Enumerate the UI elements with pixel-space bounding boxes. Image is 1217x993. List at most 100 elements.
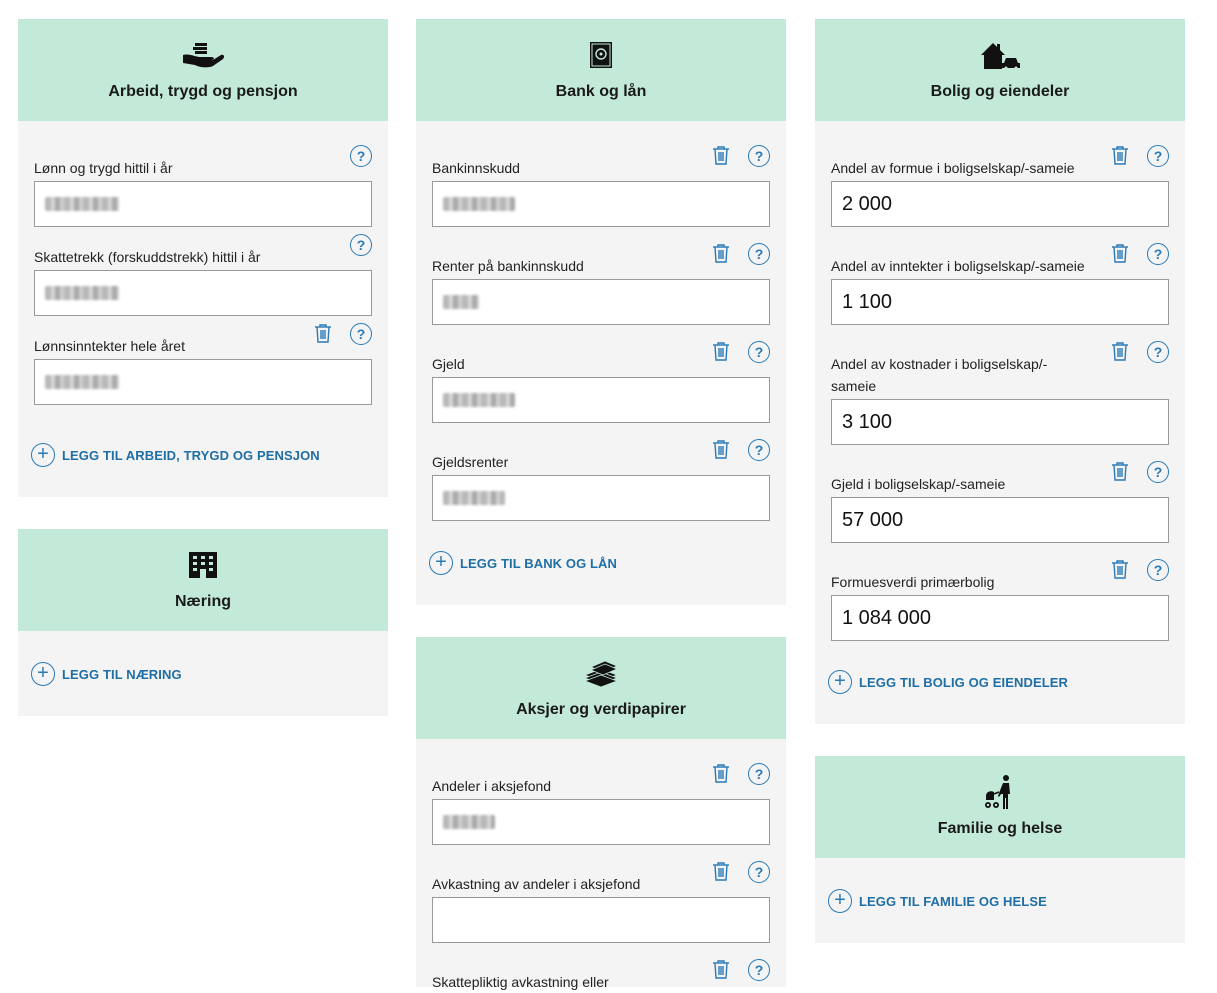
gjeld-input[interactable]: [432, 377, 770, 423]
add-label: LEGG TIL BANK OG LÅN: [460, 555, 618, 571]
add-familie-button[interactable]: + LEGG TIL FAMILIE OG HELSE: [828, 889, 1047, 913]
field-label: Andel av kostnader i boligselskap/-samei…: [831, 356, 1048, 394]
card-title: Bolig og eiendeler: [930, 83, 1070, 100]
blurred-value: [443, 295, 479, 309]
trash-icon[interactable]: [1111, 243, 1129, 263]
trash-icon[interactable]: [314, 323, 332, 343]
card-naering: Næring + LEGG TIL NÆRING: [18, 529, 388, 716]
add-bolig-button[interactable]: + LEGG TIL BOLIG OG EIENDELER: [828, 670, 1068, 694]
renter-bankinnskudd-input[interactable]: [432, 279, 770, 325]
help-icon[interactable]: ?: [1147, 461, 1169, 483]
blurred-value: [45, 197, 119, 211]
field-lonn-trygd: Lønn og trygd hittil i år ?: [18, 145, 388, 227]
trash-icon[interactable]: [712, 243, 730, 263]
gjeldsrenter-input[interactable]: [432, 475, 770, 521]
help-icon[interactable]: ?: [748, 243, 770, 265]
card-bank: Bank og lån Bankinnskudd ? Renter på ban…: [416, 19, 786, 605]
help-icon[interactable]: ?: [748, 439, 770, 461]
blurred-value: [443, 197, 515, 211]
andel-kostnader-input[interactable]: 3 100: [831, 399, 1169, 445]
plus-icon: +: [31, 662, 55, 686]
andel-formue-input[interactable]: 2 000: [831, 181, 1169, 227]
lonnsinntekter-input[interactable]: [34, 359, 372, 405]
trash-icon[interactable]: [1111, 145, 1129, 165]
help-icon[interactable]: ?: [350, 145, 372, 167]
add-label: LEGG TIL NÆRING: [62, 666, 182, 682]
trash-icon[interactable]: [712, 145, 730, 165]
trash-icon[interactable]: [712, 439, 730, 459]
card-header: Næring: [18, 529, 388, 631]
trash-icon[interactable]: [1111, 461, 1129, 481]
trash-icon[interactable]: [1111, 341, 1129, 361]
skattetrekk-input[interactable]: [34, 270, 372, 316]
field-skattetrekk: Skattetrekk (forskuddstrekk) hittil i år…: [18, 234, 388, 316]
card-title: Bank og lån: [555, 83, 647, 100]
help-icon[interactable]: ?: [748, 341, 770, 363]
help-icon[interactable]: ?: [748, 861, 770, 883]
card-header: Bank og lån: [416, 19, 786, 121]
add-bank-button[interactable]: + LEGG TIL BANK OG LÅN: [429, 551, 617, 575]
card-header: Bolig og eiendeler: [815, 19, 1185, 121]
trash-icon[interactable]: [712, 861, 730, 881]
field-label: Skattetrekk (forskuddstrekk) hittil i år: [34, 249, 261, 265]
help-icon[interactable]: ?: [1147, 243, 1169, 265]
card-title: Familie og helse: [937, 820, 1063, 837]
formuesverdi-input[interactable]: 1 084 000: [831, 595, 1169, 641]
card-header: Aksjer og verdipapirer: [416, 637, 786, 739]
family-stroller-icon: [815, 774, 1185, 810]
add-arbeid-button[interactable]: + LEGG TIL ARBEID, TRYGD OG PENSJON: [31, 443, 320, 467]
house-car-icon: [815, 41, 1185, 71]
field-gjeldsrenter: Gjeldsrenter ?: [416, 439, 786, 521]
card-title: Næring: [175, 593, 231, 610]
blurred-value: [45, 375, 119, 389]
blurred-value: [443, 393, 515, 407]
lonn-trygd-input[interactable]: [34, 181, 372, 227]
card-title: Arbeid, trygd og pensjon: [108, 83, 298, 100]
field-formuesverdi-primaerbolig: Formuesverdi primærbolig ? 1 084 000: [815, 559, 1185, 641]
trash-icon[interactable]: [712, 959, 730, 979]
blurred-value: [443, 815, 495, 829]
andeler-aksjefond-input[interactable]: [432, 799, 770, 845]
avkastning-aksjefond-input[interactable]: [432, 897, 770, 943]
card-bolig: Bolig og eiendeler Andel av formue i bol…: [815, 19, 1185, 724]
card-header: Familie og helse: [815, 756, 1185, 858]
field-gjeld: Gjeld ?: [416, 341, 786, 423]
help-icon[interactable]: ?: [1147, 145, 1169, 167]
field-gjeld-boligselskap: Gjeld i boligselskap/-sameie ? 57 000: [815, 461, 1185, 543]
card-title: Aksjer og verdipapirer: [516, 701, 686, 718]
add-label: LEGG TIL ARBEID, TRYGD OG PENSJON: [62, 447, 320, 463]
help-icon[interactable]: ?: [748, 763, 770, 785]
trash-icon[interactable]: [1111, 559, 1129, 579]
field-renter-bankinnskudd: Renter på bankinnskudd ?: [416, 243, 786, 325]
add-label: LEGG TIL BOLIG OG EIENDELER: [859, 674, 1069, 690]
andel-inntekter-input[interactable]: 1 100: [831, 279, 1169, 325]
field-andel-inntekter: Andel av inntekter i boligselskap/-samei…: [815, 243, 1185, 325]
money-stack-icon: [416, 659, 786, 689]
add-label: LEGG TIL FAMILIE OG HELSE: [859, 893, 1047, 909]
help-icon[interactable]: ?: [1147, 341, 1169, 363]
help-icon[interactable]: ?: [1147, 559, 1169, 581]
plus-icon: +: [429, 551, 453, 575]
help-icon[interactable]: ?: [748, 959, 770, 981]
field-avkastning-aksjefond: Avkastning av andeler i aksjefond ?: [416, 861, 786, 943]
field-andel-formue: Andel av formue i boligselskap/-sameie ?…: [815, 145, 1185, 227]
help-icon[interactable]: ?: [350, 323, 372, 345]
add-naering-button[interactable]: + LEGG TIL NÆRING: [31, 662, 182, 686]
building-icon: [18, 551, 388, 581]
field-label: Lønn og trygd hittil i år: [34, 160, 173, 176]
field-bankinnskudd: Bankinnskudd ?: [416, 145, 786, 227]
plus-icon: +: [828, 670, 852, 694]
bankinnskudd-input[interactable]: [432, 181, 770, 227]
trash-icon[interactable]: [712, 341, 730, 361]
field-andel-kostnader: Andel av kostnader i boligselskap/-samei…: [815, 341, 1185, 445]
plus-icon: +: [31, 443, 55, 467]
card-header: Arbeid, trygd og pensjon: [18, 19, 388, 121]
help-icon[interactable]: ?: [748, 145, 770, 167]
blurred-value: [443, 491, 505, 505]
hand-coins-icon: [18, 41, 388, 71]
field-andeler-aksjefond: Andeler i aksjefond ?: [416, 763, 786, 845]
gjeld-boligselskap-input[interactable]: 57 000: [831, 497, 1169, 543]
field-skattepliktig-avkastning: Skattepliktig avkastning eller ?: [416, 959, 786, 993]
trash-icon[interactable]: [712, 763, 730, 783]
help-icon[interactable]: ?: [350, 234, 372, 256]
